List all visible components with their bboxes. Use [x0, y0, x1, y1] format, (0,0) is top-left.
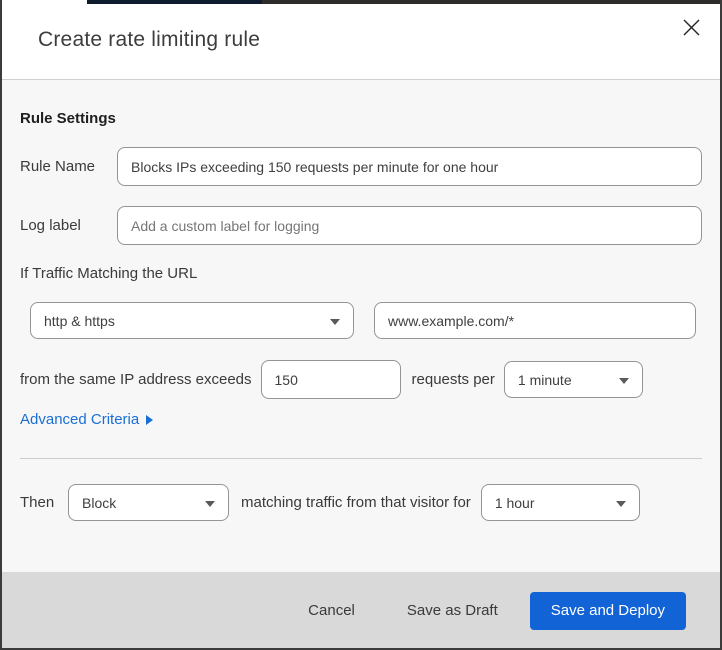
threshold-row: from the same IP address exceeds request…: [20, 360, 702, 399]
rule-settings-heading: Rule Settings: [20, 110, 116, 127]
arrow-right-icon: [146, 414, 154, 425]
close-icon: [682, 18, 701, 40]
period-select[interactable]: 1 minute: [503, 361, 643, 398]
dialog-header: Create rate limiting rule: [2, 0, 720, 80]
rule-name-row: Rule Name: [20, 147, 702, 186]
action-middle-text: matching traffic from that visitor for: [241, 494, 471, 511]
then-label: Then: [20, 494, 55, 511]
caret-down-icon: [618, 377, 629, 384]
create-rate-limiting-rule-dialog: Create rate limiting rule Rule Settings …: [0, 0, 722, 650]
close-button[interactable]: [678, 16, 704, 42]
caret-down-icon: [330, 318, 340, 325]
log-label-row: Log label: [20, 206, 702, 245]
save-as-draft-button[interactable]: Save as Draft: [403, 594, 502, 627]
log-label-label: Log label: [20, 217, 81, 234]
period-select-value: 1 minute: [517, 371, 572, 388]
scheme-select[interactable]: http & https: [30, 302, 354, 339]
action-select-value: Block: [82, 494, 117, 511]
duration-select[interactable]: 1 hour: [480, 484, 640, 521]
threshold-prefix-text: from the same IP address exceeds: [20, 371, 252, 388]
threshold-suffix-text: requests per: [411, 371, 495, 388]
action-row: Then Block matching traffic from that vi…: [20, 484, 702, 521]
duration-select-value: 1 hour: [494, 494, 535, 511]
rule-name-input[interactable]: [117, 147, 702, 186]
advanced-criteria-label: Advanced Criteria: [20, 411, 140, 428]
top-edge-artifact-charcoal: [262, 0, 720, 4]
dialog-footer: Cancel Save as Draft Save and Deploy: [2, 572, 720, 648]
scheme-select-value: http & https: [44, 312, 115, 329]
caret-down-icon: [615, 500, 626, 507]
advanced-criteria-link[interactable]: Advanced Criteria: [20, 411, 154, 428]
url-input[interactable]: [374, 302, 696, 339]
rule-name-label: Rule Name: [20, 158, 96, 175]
threshold-input[interactable]: [260, 360, 401, 399]
section-divider: [20, 458, 702, 459]
dialog-body: Rule Settings Rule Name Log label If Tra…: [2, 80, 720, 572]
top-edge-artifact-navy: [87, 0, 262, 4]
caret-down-icon: [205, 500, 215, 507]
save-and-deploy-button[interactable]: Save and Deploy: [529, 591, 686, 630]
cancel-button[interactable]: Cancel: [304, 594, 359, 627]
traffic-match-row: http & https: [20, 302, 702, 339]
page-title: Create rate limiting rule: [38, 27, 261, 51]
action-select[interactable]: Block: [68, 484, 229, 521]
log-label-input[interactable]: [117, 206, 702, 245]
traffic-match-heading: If Traffic Matching the URL: [20, 265, 198, 282]
